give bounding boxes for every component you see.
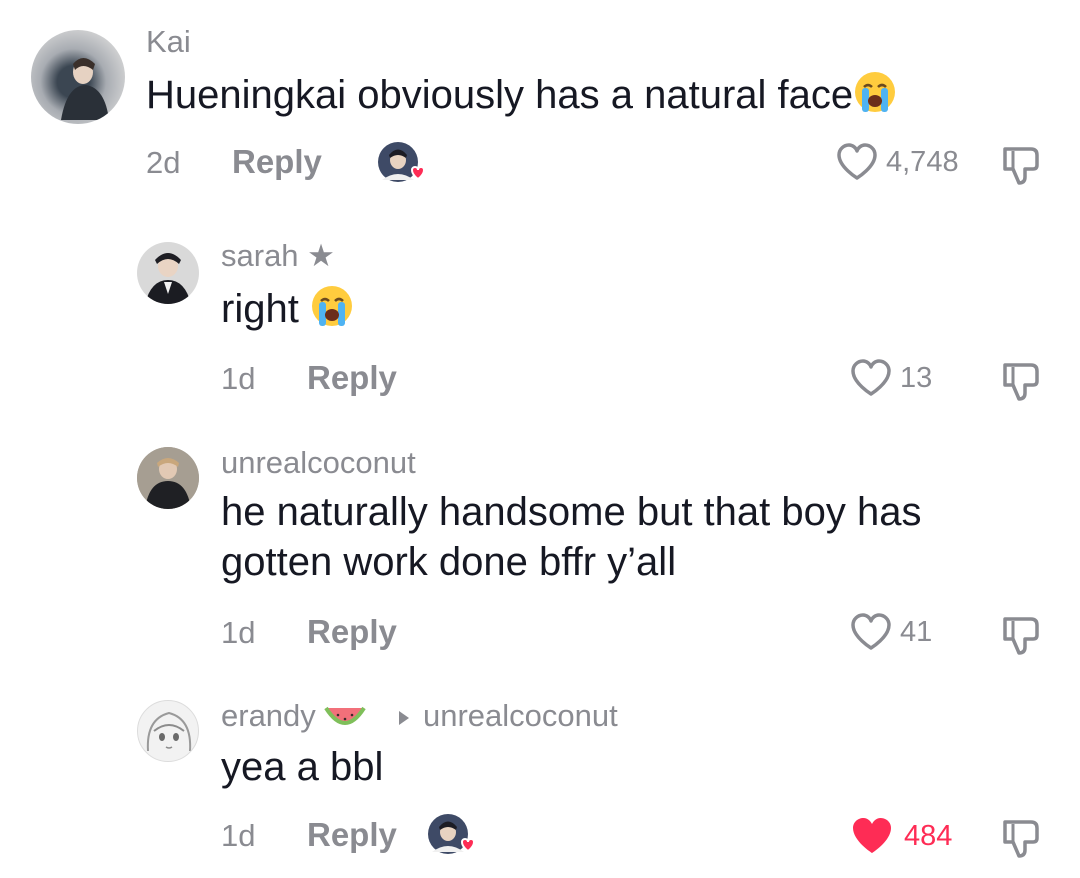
reply-button[interactable]: Reply	[307, 816, 397, 854]
reply-button[interactable]: Reply	[232, 143, 322, 181]
avatar[interactable]	[137, 242, 199, 304]
comment-item: unrealcoconut he naturally handsome but …	[0, 425, 1080, 685]
like-count: 41	[900, 616, 933, 648]
avatar-image	[137, 447, 199, 509]
avatar-image	[146, 711, 192, 752]
like-heart-icon[interactable]	[850, 613, 892, 656]
comment-time: 1d	[221, 615, 256, 650]
avatar[interactable]	[31, 30, 125, 124]
comment-username[interactable]: sarah ★	[221, 238, 335, 274]
creator-liked-badge	[426, 812, 478, 858]
comment-item: sarah ★ right 1d Reply 13	[0, 220, 1080, 420]
comment-text-line: he naturally handsome but that boy has	[221, 490, 922, 534]
dislike-icon[interactable]	[1001, 359, 1045, 408]
comment-text-line: gotten work done bffr y’all	[221, 540, 677, 584]
comment-username[interactable]: unrealcoconut	[221, 445, 416, 481]
dislike-icon[interactable]	[1001, 816, 1045, 865]
comment-item: erandy unrealcoconut yea a bbl 1d Reply	[0, 680, 1080, 878]
like-count: 4,748	[886, 146, 959, 178]
creator-liked-badge	[376, 140, 428, 186]
star-icon: ★	[307, 238, 335, 273]
comment-time: 1d	[221, 818, 256, 853]
reply-button[interactable]: Reply	[307, 613, 397, 651]
reply-to-username[interactable]: unrealcoconut	[423, 698, 618, 734]
comment-text-content: right	[221, 287, 299, 331]
crying-face-emoji-icon	[310, 284, 354, 340]
crying-face-emoji-icon	[853, 70, 897, 126]
comment-item: Kai Hueningkai obviously has a natural f…	[0, 0, 1080, 220]
username-text: erandy	[221, 698, 316, 733]
avatar-image	[61, 58, 109, 120]
comment-text: Hueningkai obviously has a natural face	[146, 70, 897, 126]
comment-text: yea a bbl	[221, 745, 384, 789]
avatar[interactable]	[137, 700, 199, 762]
dislike-icon[interactable]	[1001, 613, 1045, 662]
like-count: 13	[900, 362, 933, 394]
watermelon-icon	[324, 702, 367, 738]
like-heart-icon[interactable]	[836, 143, 878, 186]
comment-text: he naturally handsome but that boy has g…	[221, 487, 921, 587]
like-heart-filled-icon[interactable]	[850, 816, 894, 861]
username-text: sarah	[221, 238, 299, 273]
comment-time: 1d	[221, 361, 256, 396]
comment-time: 2d	[146, 145, 181, 180]
like-count: 484	[904, 820, 953, 852]
dislike-icon[interactable]	[1001, 143, 1045, 192]
comment-username[interactable]: erandy	[221, 698, 367, 738]
avatar-image	[145, 253, 191, 304]
comment-text: right	[221, 284, 354, 340]
avatar[interactable]	[137, 447, 199, 509]
like-heart-icon[interactable]	[850, 359, 892, 402]
comment-username[interactable]: Kai	[146, 24, 191, 60]
reply-button[interactable]: Reply	[307, 359, 397, 397]
comment-text-content: Hueningkai obviously has a natural face	[146, 73, 854, 117]
reply-arrow-icon	[397, 709, 411, 732]
